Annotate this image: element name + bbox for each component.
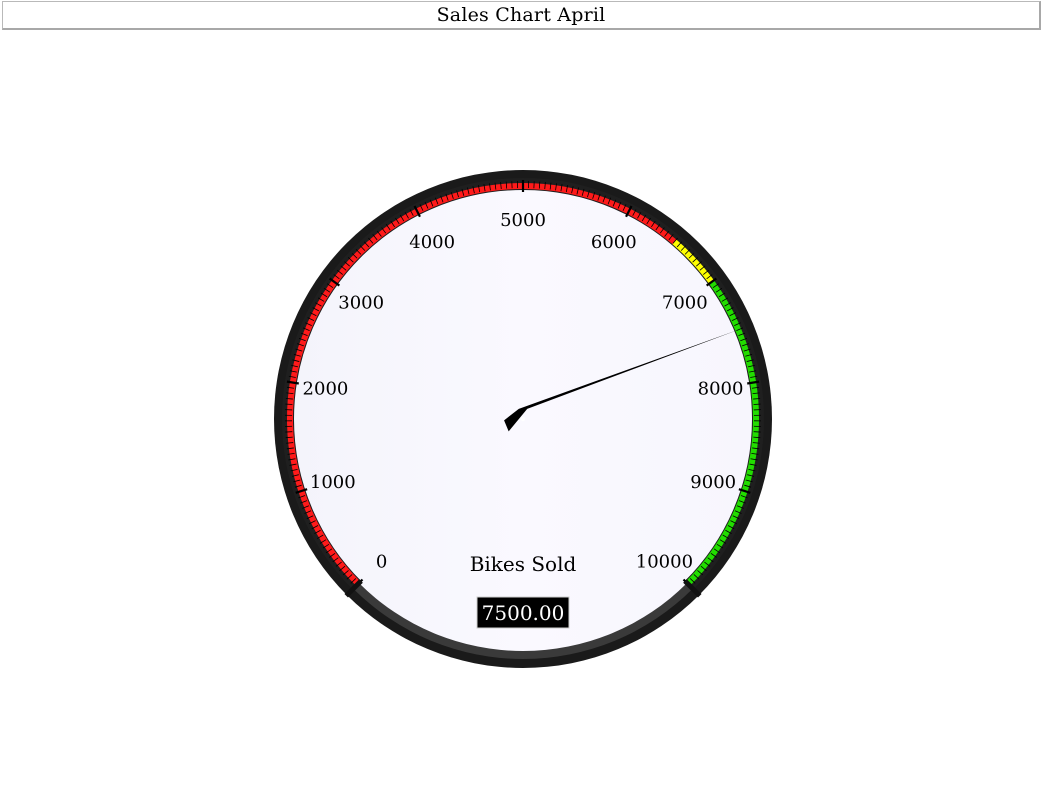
gauge-tick-label: 2000: [303, 379, 349, 400]
gauge-tick-label: 5000: [500, 210, 546, 231]
gauge-tick-label: 3000: [338, 292, 384, 313]
gauge-tick-label: 8000: [698, 379, 744, 400]
gauge-value-readout: 7500.00: [482, 601, 565, 625]
gauge-tick-label: 1000: [310, 472, 356, 493]
gauge-tick-label: 9000: [690, 472, 736, 493]
gauge-tick-label: 7000: [662, 292, 708, 313]
gauge-value-box: 7500.00: [477, 597, 569, 628]
gauge-tick-label: 10000: [636, 551, 693, 572]
gauge-tick-label: 0: [376, 551, 387, 572]
gauge-tick-label: 4000: [409, 232, 455, 253]
gauge-caption: Bikes Sold: [470, 552, 577, 576]
gauge-minor-tick: [286, 437, 293, 438]
gauge-tick-label: 6000: [591, 232, 637, 253]
gauge-needle-pivot: [521, 417, 525, 421]
gauge-minor-tick: [753, 437, 760, 438]
gauge-chart: 0 1000 2000 3000 4000 5000 6000 7000 8000 9000 100…: [0, 0, 1047, 805]
gauge-container: 0 1000 2000 3000 4000 5000 6000 7000 8000 9000 100…: [0, 0, 1047, 805]
